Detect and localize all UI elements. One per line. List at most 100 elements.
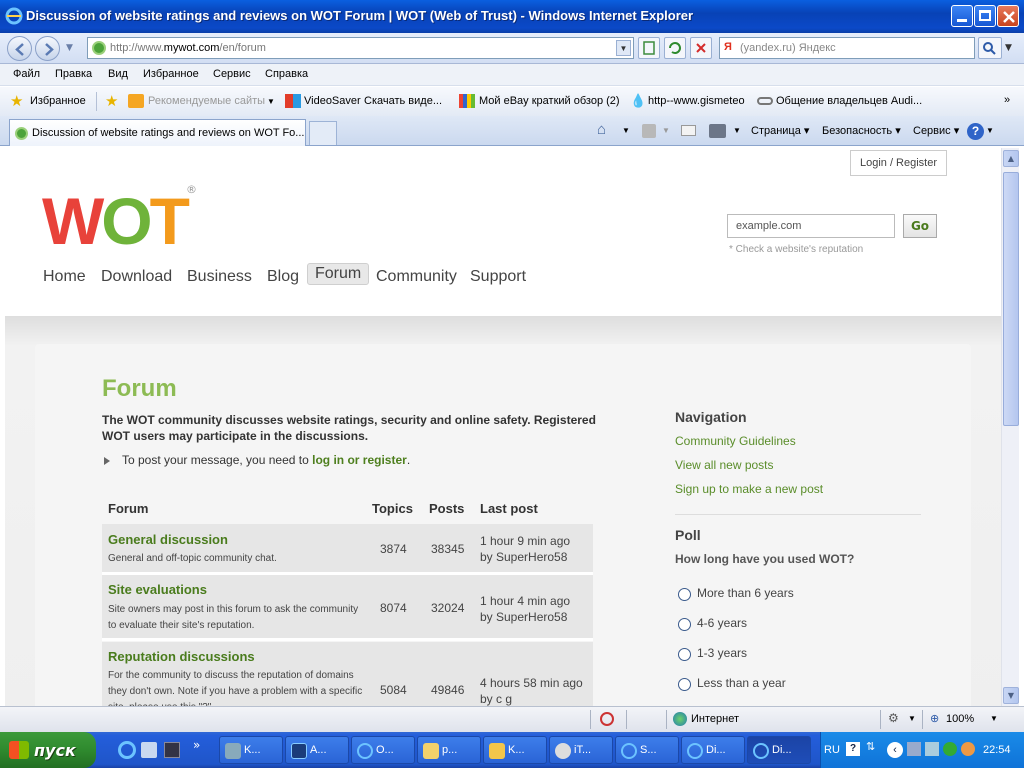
home-dropdown-icon[interactable]: ▼: [622, 126, 630, 135]
link-sign-up[interactable]: Sign up to make a new post: [675, 482, 823, 496]
poll-radio-6plus[interactable]: [678, 588, 691, 601]
protected-mode-icon[interactable]: ⚙: [888, 711, 899, 725]
link-community-guidelines[interactable]: Community Guidelines: [675, 434, 796, 448]
forum-link-reputation[interactable]: Reputation discussions: [108, 649, 255, 664]
task-ie-s[interactable]: S...: [615, 736, 679, 764]
feeds-icon[interactable]: [642, 124, 656, 138]
menu-tools[interactable]: Сервис: [213, 68, 251, 80]
go-button[interactable]: Go: [903, 214, 937, 238]
forum-link-site-evaluations[interactable]: Site evaluations: [108, 582, 207, 597]
zoom-icon[interactable]: ⊕: [930, 712, 939, 725]
scroll-thumb[interactable]: [1003, 172, 1019, 426]
tray-app2-icon[interactable]: [925, 742, 939, 756]
fav-videosaver[interactable]: VideoSaver: [304, 95, 361, 107]
history-dropdown-icon[interactable]: ▼: [66, 43, 73, 53]
menu-edit[interactable]: Правка: [55, 68, 92, 80]
tray-help-icon[interactable]: ?: [846, 742, 860, 756]
menu-view[interactable]: Вид: [108, 68, 128, 80]
help-icon[interactable]: ?: [967, 123, 984, 140]
favorites-button[interactable]: Избранное: [30, 95, 86, 107]
tools-menu[interactable]: Сервис ▾: [913, 124, 959, 137]
fav-download-video[interactable]: Скачать виде...: [364, 95, 442, 107]
forum-link-general[interactable]: General discussion: [108, 532, 228, 547]
minimize-button[interactable]: [951, 5, 973, 27]
tray-app1-icon[interactable]: [907, 742, 921, 756]
zoom-level[interactable]: 100%: [946, 713, 974, 725]
fav-suggested-sites[interactable]: Рекомендуемые сайты: [148, 95, 265, 107]
task-folder[interactable]: p...: [417, 736, 481, 764]
nav-blog[interactable]: Blog: [267, 268, 299, 286]
search-input[interactable]: Я (yandex.ru) Яндекс: [719, 37, 975, 59]
tab-wot-forum[interactable]: Discussion of website ratings and review…: [9, 119, 306, 146]
scroll-up-icon[interactable]: ▲: [1003, 150, 1019, 167]
back-button[interactable]: [7, 36, 32, 61]
start-button[interactable]: пуск: [0, 732, 96, 768]
add-favorites-icon[interactable]: ★: [105, 92, 118, 110]
help-dropdown-icon[interactable]: ▼: [986, 126, 994, 135]
task-itunes[interactable]: iT...: [549, 736, 613, 764]
forward-button[interactable]: [35, 36, 60, 61]
tray-security-icon[interactable]: [943, 742, 957, 756]
nav-business[interactable]: Business: [187, 268, 252, 286]
security-zone[interactable]: Интернет: [691, 713, 739, 725]
search-icon[interactable]: [978, 37, 1002, 59]
refresh-icon[interactable]: [664, 37, 686, 59]
maximize-button[interactable]: [974, 5, 996, 27]
menu-file[interactable]: Файл: [13, 68, 40, 80]
close-window-button[interactable]: [997, 5, 1019, 27]
new-tab-button[interactable]: [309, 121, 337, 145]
poll-radio-1-3[interactable]: [678, 648, 691, 661]
stop-icon[interactable]: [690, 37, 712, 59]
task-photoshop[interactable]: A...: [285, 736, 349, 764]
nav-support[interactable]: Support: [470, 268, 526, 286]
scroll-down-icon[interactable]: ▼: [1003, 687, 1019, 704]
tray-app3-icon[interactable]: [961, 742, 975, 756]
address-field[interactable]: http://www.mywot.com/en/forum ▼: [87, 37, 634, 59]
privacy-icon[interactable]: [600, 712, 614, 726]
print-dropdown-icon[interactable]: ▼: [733, 126, 741, 135]
search-options-icon[interactable]: ▼: [1005, 43, 1012, 53]
quicklaunch-more-icon[interactable]: »: [193, 738, 200, 752]
login-register-button[interactable]: Login / Register: [850, 150, 947, 176]
task-ie-di-active[interactable]: Di...: [747, 736, 811, 764]
link-view-new-posts[interactable]: View all new posts: [675, 458, 774, 472]
read-mail-icon[interactable]: [681, 125, 696, 136]
poll-radio-less-1[interactable]: [678, 678, 691, 691]
task-ie-o[interactable]: O...: [351, 736, 415, 764]
login-register-link[interactable]: log in or register: [312, 453, 407, 467]
compatibility-view-icon[interactable]: [638, 37, 660, 59]
fav-suggested-dropdown-icon[interactable]: ▼: [267, 97, 275, 106]
tray-expand-icon[interactable]: ‹: [887, 742, 903, 758]
clock[interactable]: 22:54: [983, 744, 1011, 756]
task-k2[interactable]: K...: [483, 736, 547, 764]
zoom-dropdown-icon[interactable]: ▼: [990, 714, 998, 723]
fav-audi[interactable]: Общение владельцев Audi...: [776, 95, 922, 107]
address-dropdown-icon[interactable]: ▼: [616, 40, 631, 56]
protected-mode-dropdown-icon[interactable]: ▼: [908, 714, 916, 723]
menu-help[interactable]: Справка: [265, 68, 308, 80]
fav-ebay[interactable]: Мой eBay краткий обзор (2): [479, 95, 620, 107]
poll-radio-4-6[interactable]: [678, 618, 691, 631]
nav-forum[interactable]: Forum: [307, 263, 370, 285]
quicklaunch-outlook-icon[interactable]: [141, 742, 157, 758]
menu-favorites[interactable]: Избранное: [143, 68, 199, 80]
safety-menu[interactable]: Безопасность ▾: [822, 124, 901, 137]
site-check-input[interactable]: example.com: [727, 214, 895, 238]
feeds-dropdown-icon[interactable]: ▼: [662, 126, 670, 135]
task-ie-di[interactable]: Di...: [681, 736, 745, 764]
vertical-scrollbar[interactable]: ▲ ▼: [1001, 148, 1019, 706]
favorites-more-icon[interactable]: »: [1004, 94, 1010, 106]
quicklaunch-ie-icon[interactable]: [118, 741, 136, 759]
language-indicator[interactable]: RU: [824, 744, 840, 756]
nav-download[interactable]: Download: [101, 268, 172, 286]
page-menu[interactable]: Страница ▾: [751, 124, 809, 137]
nav-community[interactable]: Community: [376, 268, 457, 286]
tray-network-icon[interactable]: ⇅: [866, 740, 878, 758]
wot-logo[interactable]: WOT: [42, 183, 190, 259]
home-icon[interactable]: ⌂: [597, 121, 606, 138]
nav-home[interactable]: Home: [43, 268, 86, 286]
quicklaunch-desktop-icon[interactable]: [164, 742, 180, 758]
print-icon[interactable]: [709, 124, 726, 138]
task-k[interactable]: K...: [219, 736, 283, 764]
fav-gismeteo[interactable]: http--www.gismeteo: [648, 95, 745, 107]
